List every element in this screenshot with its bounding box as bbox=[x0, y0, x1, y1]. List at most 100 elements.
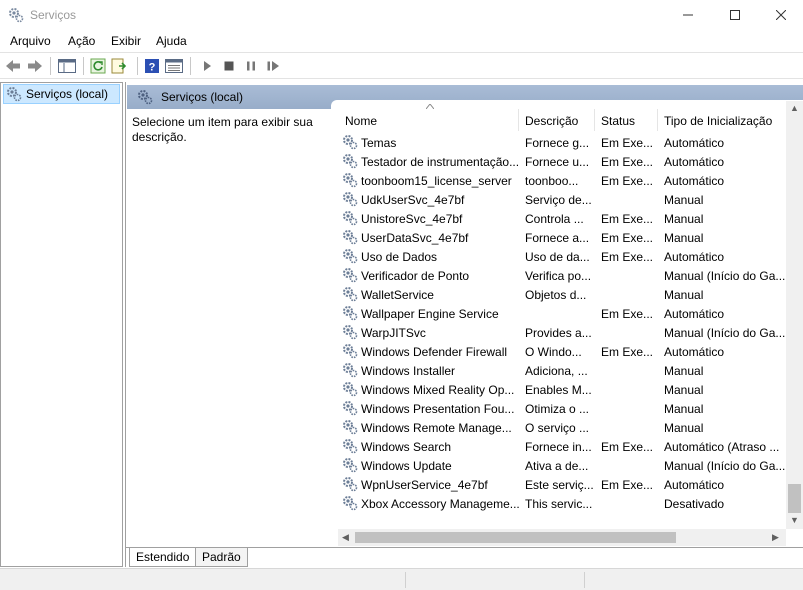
vertical-scrollbar[interactable]: ▲ ▼ bbox=[786, 101, 803, 529]
service-row[interactable]: WpnUserService_4e7bf Este serviç... Em Exe… bbox=[331, 475, 787, 494]
service-gear-icon bbox=[342, 305, 358, 321]
service-row[interactable]: toonboom15_license_server toonboo... Em Ex… bbox=[331, 171, 787, 190]
service-row[interactable]: Verificador de Ponto Verifica po... Manual… bbox=[331, 266, 787, 285]
service-name: UdkUserSvc_4e7bf bbox=[361, 193, 465, 207]
service-gear-icon bbox=[342, 419, 358, 435]
service-row[interactable]: WarpJITSvc Provides a... Manual (Início do… bbox=[331, 323, 787, 342]
service-description: Ativa a de... bbox=[525, 459, 589, 473]
status-bar bbox=[0, 568, 803, 590]
tab-padrao[interactable]: Padrão bbox=[195, 548, 248, 567]
service-row[interactable]: Xbox Accessory Manageme... This servic...… bbox=[331, 494, 787, 513]
service-status: Em Exe... bbox=[601, 155, 654, 169]
console-tree-icon[interactable] bbox=[58, 57, 76, 75]
vertical-scroll-thumb[interactable] bbox=[788, 484, 801, 513]
service-description: Fornece u... bbox=[525, 155, 590, 169]
scroll-down-icon[interactable]: ▼ bbox=[790, 515, 799, 525]
description-area: Selecione um item para exibir sua descri… bbox=[127, 109, 331, 547]
service-row[interactable]: Temas Fornece g... Em Exe... Automático bbox=[331, 133, 787, 152]
service-description: Controla ... bbox=[525, 212, 584, 226]
column-header-descricao[interactable]: Descrição bbox=[519, 109, 595, 131]
service-name: Windows Mixed Reality Op... bbox=[361, 383, 515, 397]
service-startup-type: Automático bbox=[664, 155, 725, 169]
back-arrow-icon[interactable] bbox=[4, 57, 22, 75]
export-list-icon[interactable] bbox=[111, 57, 129, 75]
help-icon[interactable]: ? bbox=[143, 57, 161, 75]
service-row[interactable]: WalletService Objetos d... Manual bbox=[331, 285, 787, 304]
service-row[interactable]: Windows Defender Firewall O Windo... Em Ex… bbox=[331, 342, 787, 361]
view-tabs: Estendido Padrão bbox=[125, 547, 803, 567]
tree-item-services-local[interactable]: Serviços (local) bbox=[3, 84, 120, 104]
stop-icon[interactable] bbox=[220, 57, 238, 75]
column-header-tipo-inicializacao[interactable]: Tipo de Inicialização bbox=[658, 109, 787, 131]
service-row[interactable]: Uso de Dados Uso de da... Em Exe... Automát… bbox=[331, 247, 787, 266]
description-text: Selecione um item para exibir sua descri… bbox=[132, 115, 313, 144]
service-row[interactable]: UserDataSvc_4e7bf Fornece a... Em Exe... Ma… bbox=[331, 228, 787, 247]
service-startup-type: Automático (Atraso ... bbox=[664, 440, 780, 454]
restart-icon[interactable] bbox=[264, 57, 282, 75]
service-startup-type: Manual bbox=[664, 212, 704, 226]
window-title: Serviços bbox=[30, 8, 77, 22]
service-row[interactable]: Windows Update Ativa a de... Manual (Iníci… bbox=[331, 456, 787, 475]
column-header-status[interactable]: Status bbox=[595, 109, 658, 131]
service-description: O Windo... bbox=[525, 345, 582, 359]
service-row[interactable]: UnistoreSvc_4e7bf Controla ... Em Exe... Ma… bbox=[331, 209, 787, 228]
svg-text:?: ? bbox=[149, 62, 156, 74]
service-description: Fornece g... bbox=[525, 136, 590, 150]
close-button[interactable] bbox=[758, 0, 803, 30]
service-gear-icon bbox=[342, 476, 358, 492]
horizontal-scroll-thumb[interactable] bbox=[355, 532, 676, 543]
toolbar-separator bbox=[50, 57, 51, 75]
service-gear-icon bbox=[342, 210, 358, 226]
service-row[interactable]: Windows Search Fornece in... Em Exe... Auto… bbox=[331, 437, 787, 456]
maximize-button[interactable] bbox=[712, 0, 758, 30]
service-name: UnistoreSvc_4e7bf bbox=[361, 212, 463, 226]
service-name: WpnUserService_4e7bf bbox=[361, 478, 488, 492]
horizontal-scrollbar[interactable]: ◀ ▶ bbox=[338, 529, 786, 546]
service-row[interactable]: Windows Presentation Fou... Otimiza o ...… bbox=[331, 399, 787, 418]
forward-arrow-icon[interactable] bbox=[26, 57, 44, 75]
menu-exibir[interactable]: Exibir bbox=[111, 34, 141, 48]
minimize-button[interactable] bbox=[665, 0, 711, 30]
service-name: UserDataSvc_4e7bf bbox=[361, 231, 469, 245]
service-startup-type: Manual bbox=[664, 402, 704, 416]
service-description: Otimiza o ... bbox=[525, 402, 590, 416]
service-description: Enables M... bbox=[525, 383, 592, 397]
service-status: Em Exe... bbox=[601, 136, 654, 150]
service-name: Testador de instrumentação... bbox=[361, 155, 519, 169]
service-description: Este serviç... bbox=[525, 478, 594, 492]
service-row[interactable]: Windows Installer Adiciona, ... Manual bbox=[331, 361, 787, 380]
pause-icon[interactable] bbox=[242, 57, 260, 75]
service-startup-type: Desativado bbox=[664, 497, 725, 511]
service-startup-type: Automático bbox=[664, 478, 725, 492]
service-status: Em Exe... bbox=[601, 174, 654, 188]
service-status: Em Exe... bbox=[601, 478, 654, 492]
scroll-left-icon[interactable]: ◀ bbox=[342, 532, 349, 543]
toolbar: ? bbox=[0, 52, 803, 79]
service-status: Em Exe... bbox=[601, 307, 654, 321]
service-gear-icon bbox=[342, 267, 358, 283]
service-row[interactable]: Wallpaper Engine Service Em Exe... Automát… bbox=[331, 304, 787, 323]
column-header-nome[interactable]: Nome bbox=[339, 109, 519, 131]
service-name: Windows Installer bbox=[361, 364, 456, 378]
service-gear-icon bbox=[342, 362, 358, 378]
scroll-right-icon[interactable]: ▶ bbox=[772, 532, 779, 543]
menu-ajuda[interactable]: Ajuda bbox=[156, 34, 187, 48]
service-row[interactable]: UdkUserSvc_4e7bf Serviço de... Manual bbox=[331, 190, 787, 209]
refresh-icon[interactable] bbox=[89, 57, 107, 75]
services-list: Nome Descrição Status Tipo de Inicializa… bbox=[331, 100, 803, 547]
scroll-up-icon[interactable]: ▲ bbox=[790, 103, 799, 113]
service-gear-icon bbox=[342, 381, 358, 397]
service-row[interactable]: Windows Remote Manage... O serviço ... Man… bbox=[331, 418, 787, 437]
tab-estendido[interactable]: Estendido bbox=[129, 548, 197, 567]
service-row[interactable]: Testador de instrumentação... Fornece u..… bbox=[331, 152, 787, 171]
service-name: Windows Defender Firewall bbox=[361, 345, 508, 359]
service-gear-icon bbox=[342, 286, 358, 302]
properties-icon[interactable] bbox=[165, 57, 183, 75]
service-row[interactable]: Windows Mixed Reality Op... Enables M... M… bbox=[331, 380, 787, 399]
service-gear-icon bbox=[342, 400, 358, 416]
service-startup-type: Manual (Início do Ga... bbox=[664, 269, 786, 283]
service-gear-icon bbox=[342, 495, 358, 511]
menu-arquivo[interactable]: Arquivo bbox=[10, 34, 51, 48]
menu-acao[interactable]: Ação bbox=[68, 34, 95, 48]
play-icon[interactable] bbox=[198, 57, 216, 75]
